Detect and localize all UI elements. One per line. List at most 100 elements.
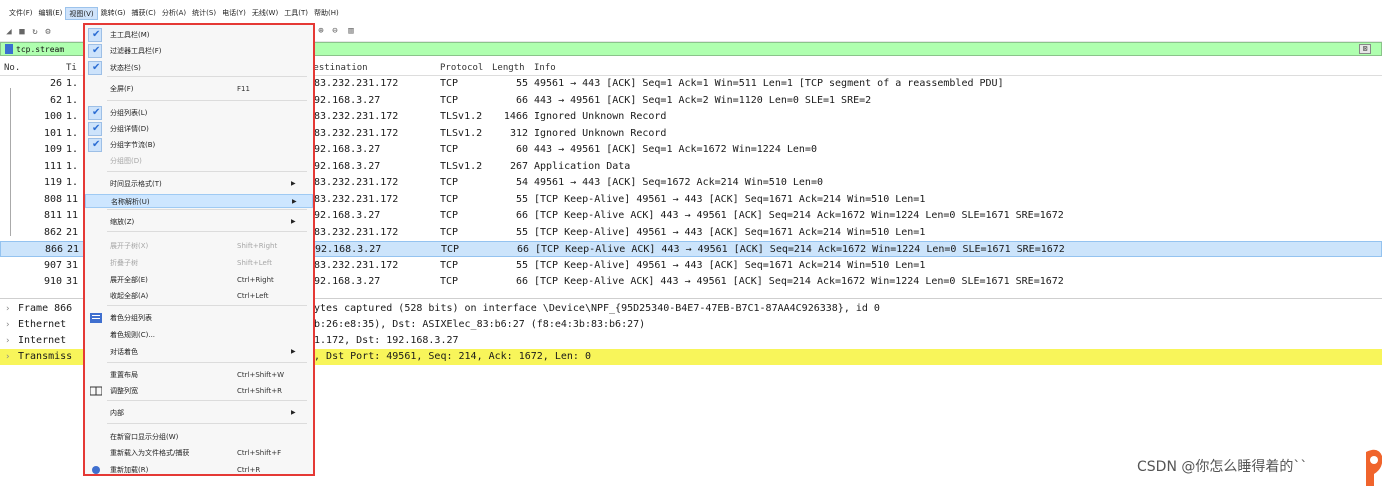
zoom-out-icon[interactable]: ⊖ <box>330 26 340 36</box>
menu-tools[interactable]: 工具(T) <box>281 7 311 20</box>
view-menu-item[interactable]: 着色分组列表 <box>85 311 313 325</box>
cell-proto: TCP <box>440 210 459 221</box>
start-capture-icon[interactable]: ◢ <box>4 27 14 37</box>
menu-item-label: 重置布局 <box>110 371 138 379</box>
col-no[interactable]: No. <box>4 63 20 73</box>
checkmark-icon: ✔ <box>92 29 101 40</box>
menu-item-label: 缩放(Z) <box>110 218 135 226</box>
cell-proto: TCP <box>440 226 459 238</box>
view-menu-item[interactable]: ✔ 分组列表(L) <box>85 106 313 120</box>
menu-separator <box>107 423 307 424</box>
cell-time: 11 <box>66 193 79 205</box>
menu-item-label: 收起全部(A) <box>110 292 149 300</box>
col-protocol[interactable]: Protocol <box>440 63 483 73</box>
cell-time: 1. <box>66 144 79 155</box>
view-menu-item[interactable]: 时间显示格式(T) ▶ <box>85 177 313 191</box>
view-menu-item[interactable]: ✔ 过滤器工具栏(F) <box>85 44 313 58</box>
cell-no: 109 <box>43 144 62 155</box>
cell-len: 60 <box>515 144 528 155</box>
view-menu-item[interactable]: ✔ 分组字节流(B) <box>85 138 313 152</box>
submenu-arrow-icon: ▶ <box>291 348 296 355</box>
menu-analyze[interactable]: 分析(A) <box>159 7 189 20</box>
menu-help[interactable]: 帮助(H) <box>311 7 342 20</box>
cell-time: 1. <box>66 111 79 122</box>
cell-time: 1. <box>66 94 79 106</box>
menu-item-shortcut: Ctrl+Right <box>237 276 274 284</box>
restart-capture-icon[interactable]: ↻ <box>30 27 40 37</box>
col-destination[interactable]: Destination <box>308 63 368 73</box>
view-menu-item[interactable]: 在新窗口显示分组(W) <box>85 430 313 444</box>
col-time[interactable]: Ti <box>66 63 77 73</box>
menu-capture[interactable]: 捕获(C) <box>129 7 159 20</box>
view-menu-item[interactable]: 收起全部(A) Ctrl+Left <box>85 289 313 303</box>
cell-dst: 192.168.3.27 <box>308 276 381 287</box>
cell-no: 100 <box>43 111 62 122</box>
detail-text: 3, Dst Port: 49561, Seq: 214, Ack: 1672,… <box>308 351 591 362</box>
cell-len: 267 <box>509 160 528 172</box>
cell-time: 21 <box>66 226 79 238</box>
cell-dst: 183.232.231.172 <box>308 78 399 89</box>
menu-go[interactable]: 跳转(G) <box>98 7 129 20</box>
view-menu-item[interactable]: 内部 ▶ <box>85 406 313 420</box>
expand-chevron-icon[interactable]: › <box>5 333 10 349</box>
expand-chevron-icon[interactable]: › <box>5 317 10 333</box>
menu-statistics[interactable]: 统计(S) <box>189 7 219 20</box>
cell-proto: TLSv1.2 <box>440 127 483 139</box>
submenu-arrow-icon: ▶ <box>291 180 296 187</box>
view-menu-item[interactable]: 着色规则(C)... <box>85 328 313 342</box>
menu-item-label: 对话着色 <box>110 348 138 356</box>
menu-view[interactable]: 视图(V) <box>65 7 98 20</box>
cell-no: 866 <box>44 244 63 255</box>
cell-len: 55 <box>515 259 528 271</box>
view-menu-item[interactable]: 缩放(Z) ▶ <box>85 215 313 229</box>
view-menu-item[interactable]: 全屏(F) F11 <box>85 82 313 96</box>
expand-chevron-icon[interactable]: › <box>5 301 10 317</box>
zoom-in-icon[interactable]: ⊕ <box>316 26 326 36</box>
menu-item-label: 主工具栏(M) <box>110 31 150 39</box>
clear-filter-icon[interactable]: ⊠ <box>1359 44 1371 54</box>
menu-item-label: 着色分组列表 <box>110 314 152 322</box>
menu-separator <box>107 362 307 363</box>
menu-item-label: 在新窗口显示分组(W) <box>110 433 179 441</box>
cell-no: 62 <box>49 94 62 106</box>
view-menu-item: 展开子树(X) Shift+Right <box>85 239 313 253</box>
menu-item-shortcut: Ctrl+R <box>237 466 261 474</box>
menu-edit[interactable]: 编辑(E) <box>36 7 66 20</box>
cell-proto: TCP <box>440 94 459 106</box>
stop-capture-icon[interactable]: ■ <box>17 27 27 37</box>
menu-telephony[interactable]: 电话(Y) <box>219 7 249 20</box>
view-menu-item[interactable]: 调整列宽 Ctrl+Shift+R <box>85 384 313 398</box>
detail-text: bytes captured (528 bits) on interface \… <box>308 303 880 314</box>
options-gear-icon[interactable]: ⚙ <box>43 27 53 37</box>
menu-item-shortcut: Ctrl+Shift+F <box>237 449 282 457</box>
view-menu-item[interactable]: 重置布局 Ctrl+Shift+W <box>85 368 313 382</box>
view-menu-item[interactable]: 重新载入为文件格式/捕获 Ctrl+Shift+F <box>85 446 313 460</box>
menu-item-shortcut: F11 <box>237 85 250 93</box>
cell-proto: TCP <box>440 259 459 271</box>
cell-dst: 192.168.3.27 <box>308 144 381 155</box>
cell-no: 111 <box>43 160 62 172</box>
col-length[interactable]: Length <box>492 63 525 73</box>
view-menu-item[interactable]: ✔ 分组详情(D) <box>85 122 313 136</box>
col-info[interactable]: Info <box>534 63 556 73</box>
expand-chevron-icon[interactable]: › <box>5 349 10 365</box>
view-menu-item[interactable]: ✔ 状态栏(S) <box>85 61 313 75</box>
cell-info: [TCP Keep-Alive] 49561 → 443 [ACK] Seq=1… <box>534 259 926 271</box>
menu-file[interactable]: 文件(F) <box>6 7 36 20</box>
menu-separator <box>107 100 307 101</box>
cell-no: 808 <box>43 193 62 205</box>
view-menu-item[interactable]: ✔ 主工具栏(M) <box>85 28 313 42</box>
cell-len: 66 <box>516 244 529 255</box>
menu-item-label: 展开子树(X) <box>110 242 149 250</box>
menu-wireless[interactable]: 无线(W) <box>249 7 281 20</box>
view-menu-item[interactable]: 对话着色 ▶ <box>85 345 313 359</box>
view-menu-item[interactable]: 展开全部(E) Ctrl+Right <box>85 273 313 287</box>
filter-input[interactable]: tcp.stream <box>16 45 64 54</box>
resize-columns-icon[interactable]: ▥ <box>346 26 356 36</box>
colorize-list-icon <box>90 313 102 325</box>
cell-proto: TLSv1.2 <box>440 160 483 172</box>
view-menu-item[interactable]: 重新加载(R) Ctrl+R <box>85 463 313 477</box>
bookmark-icon[interactable] <box>5 44 13 54</box>
view-menu-item[interactable]: 名称解析(U) ▶ <box>85 194 313 208</box>
cell-proto: TCP <box>440 177 459 188</box>
